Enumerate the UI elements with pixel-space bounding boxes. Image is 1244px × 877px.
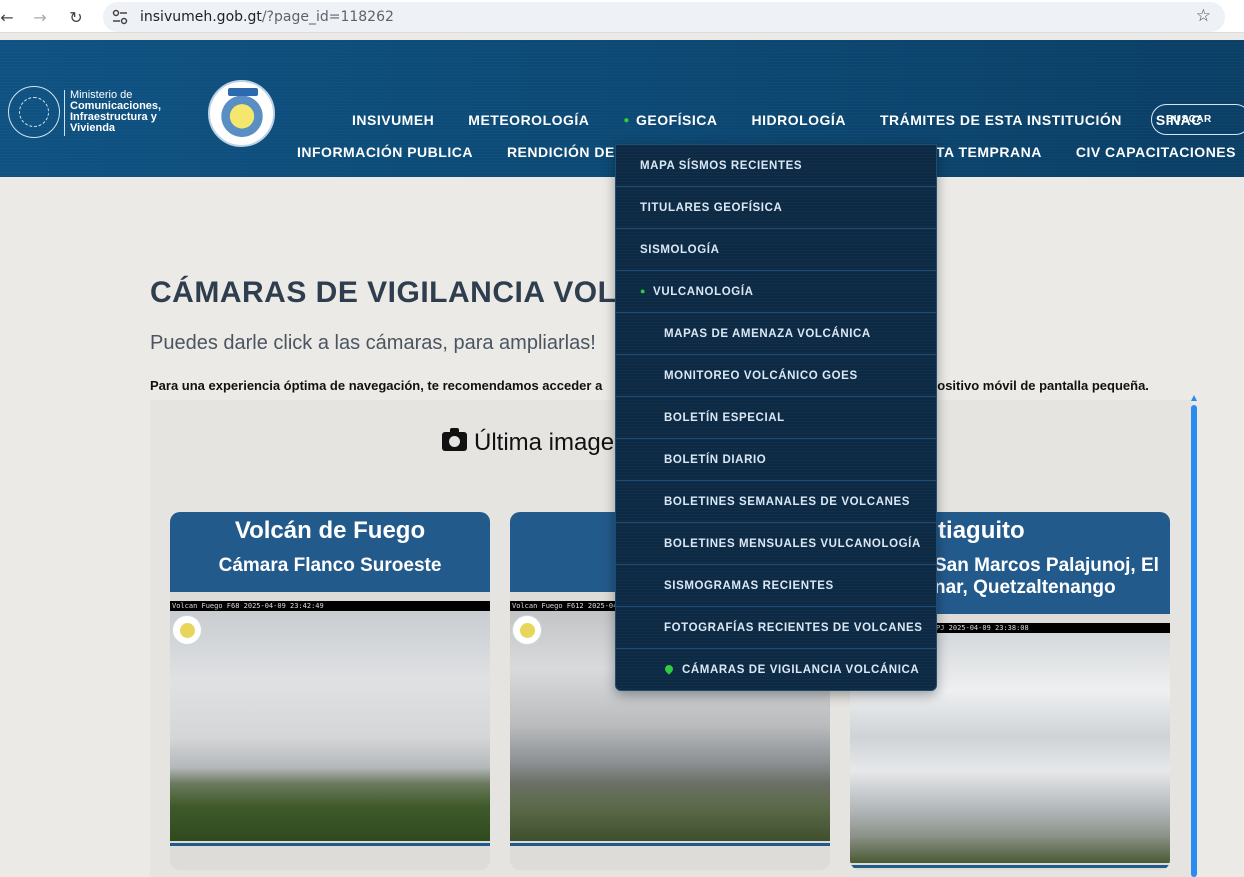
browser-toolbar: ← → ↻ insivumeh.gob.gt/?page_id=118262 ☆ xyxy=(0,0,1244,33)
menu-meteorologia[interactable]: METEOROLOGÍA xyxy=(468,112,589,128)
dd-mapas-amenaza[interactable]: MAPAS DE AMENAZA VOLCÁNICA xyxy=(616,313,936,355)
forward-arrow-icon[interactable]: → xyxy=(27,4,53,30)
insivumeh-logo[interactable] xyxy=(208,80,275,147)
card-divider xyxy=(850,865,1170,868)
card-title: Volcán de Fuego xyxy=(234,517,426,544)
reload-icon[interactable]: ↻ xyxy=(63,4,89,30)
menu-geofisica[interactable]: ● GEOFÍSICA xyxy=(623,112,717,128)
page-title: CÁMARAS DE VIGILANCIA VOLCÁN xyxy=(150,276,683,309)
menu-geofisica-label: GEOFÍSICA xyxy=(635,112,718,128)
insivumeh-watermark-icon xyxy=(512,615,542,645)
dd-label: MONITOREO VOLCÁNICO GOES xyxy=(664,370,858,382)
main-menu-row-1: INSIVUMEH METEOROLOGÍA ● GEOFÍSICA HIDROL… xyxy=(352,112,1236,128)
dd-titulares-geofisica[interactable]: TITULARES GEOFÍSICA xyxy=(616,187,936,229)
insivumeh-watermark-icon xyxy=(172,615,202,645)
menu-alerta-temprana[interactable]: TA TEMPRANA xyxy=(936,144,1042,160)
menu-informacion-publica[interactable]: INFORMACIÓN PUBLICA xyxy=(297,144,473,160)
bookmark-star-icon[interactable]: ☆ xyxy=(1196,6,1211,26)
card-header: Volcán de Fuego Cámara Flanco Suroeste xyxy=(170,512,490,592)
camera-timestamp: Volcan Fuego F68 2025-04-09 23:42:49 xyxy=(170,601,490,611)
search-label: BUSCAR xyxy=(1166,114,1212,125)
active-dot-icon: ● xyxy=(623,115,630,126)
url-host: insivumeh.gob.gt xyxy=(140,9,262,25)
page-subtitle: Puedes darle click a las cámaras, para a… xyxy=(150,332,596,354)
address-bar[interactable]: insivumeh.gob.gt/?page_id=118262 ☆ xyxy=(103,2,1225,32)
back-arrow-icon[interactable]: ← xyxy=(0,4,20,30)
dd-label: BOLETÍN ESPECIAL xyxy=(664,412,785,424)
menu-insivumeh[interactable]: INSIVUMEH xyxy=(352,112,434,128)
note-end: positivo móvil de pantalla pequeña. xyxy=(929,378,1149,393)
menu-hidrologia[interactable]: HIDROLOGÍA xyxy=(751,112,845,128)
dd-camaras-vigilancia[interactable]: CÁMARAS DE VIGILANCIA VOLCÁNICA xyxy=(616,649,936,691)
dd-label: TITULARES GEOFÍSICA xyxy=(640,202,783,214)
insivumeh-logo-badge xyxy=(228,88,258,96)
dd-fotografias-volcanes[interactable]: FOTOGRAFÍAS RECIENTES DE VOLCANES xyxy=(616,607,936,649)
dd-label: MAPAS DE AMENAZA VOLCÁNICA xyxy=(664,328,871,340)
dd-sismologia[interactable]: SISMOLOGÍA xyxy=(616,229,936,271)
dd-label: MAPA SÍSMOS RECIENTES xyxy=(640,160,803,172)
panel-heading: Última image xyxy=(442,428,615,457)
dd-label: BOLETINES MENSUALES VULCANOLOGÍA xyxy=(664,538,921,550)
ministerio-logo[interactable]: Ministerio de Comunicaciones, Infraestru… xyxy=(8,86,168,138)
card-camera-name: Cámara Flanco Suroeste xyxy=(218,555,442,576)
dd-label: BOLETINES SEMANALES DE VOLCANES xyxy=(664,496,911,508)
volcano-scene xyxy=(170,611,490,841)
logo-divider xyxy=(64,90,65,136)
dd-label: VULCANOLOGÍA xyxy=(653,286,754,298)
dd-label: FOTOGRAFÍAS RECIENTES DE VOLCANES xyxy=(664,622,923,634)
card-divider xyxy=(510,843,830,846)
dd-boletines-semanales[interactable]: BOLETINES SEMANALES DE VOLCANES xyxy=(616,481,936,523)
guatemala-seal-icon xyxy=(8,86,60,138)
dd-mapa-sismos[interactable]: MAPA SÍSMOS RECIENTES xyxy=(616,145,936,187)
note-start: Para una experiencia óptima de navegació… xyxy=(150,378,603,393)
url-text[interactable]: insivumeh.gob.gt/?page_id=118262 xyxy=(140,9,394,25)
camera-card-fuego-suroeste[interactable]: Volcán de Fuego Cámara Flanco Suroeste V… xyxy=(170,512,490,870)
panel-scrollbar[interactable] xyxy=(1190,395,1198,877)
geofisica-dropdown: MAPA SÍSMOS RECIENTES TITULARES GEOFÍSIC… xyxy=(615,144,937,691)
main-menu-row-2: INFORMACIÓN PUBLICA RENDICIÓN DE CU xyxy=(297,144,640,160)
scroll-up-icon[interactable] xyxy=(1191,395,1197,401)
card-divider xyxy=(170,843,490,846)
insivumeh-logo-emblem xyxy=(218,90,265,137)
ministerio-text: Ministerio de Comunicaciones, Infraestru… xyxy=(70,90,161,134)
camera-image[interactable]: Volcan Fuego F68 2025-04-09 23:42:49 xyxy=(170,601,490,841)
dd-label: SISMOLOGÍA xyxy=(640,244,720,256)
dd-vulcanologia[interactable]: ● VULCANOLOGÍA xyxy=(616,271,936,313)
dd-sismogramas[interactable]: SISMOGRAMAS RECIENTES xyxy=(616,565,936,607)
site-settings-icon[interactable] xyxy=(111,8,129,26)
dd-label: CÁMARAS DE VIGILANCIA VOLCÁNICA xyxy=(682,664,920,676)
dd-boletines-mensuales[interactable]: BOLETINES MENSUALES VULCANOLOGÍA xyxy=(616,523,936,565)
scrollbar-thumb[interactable] xyxy=(1191,405,1197,877)
menu-tramites[interactable]: TRÁMITES DE ESTA INSTITUCIÓN xyxy=(880,112,1122,128)
location-pin-icon xyxy=(663,663,675,675)
dd-label: BOLETÍN DIARIO xyxy=(664,454,767,466)
dd-boletin-diario[interactable]: BOLETÍN DIARIO xyxy=(616,439,936,481)
dd-label: SISMOGRAMAS RECIENTES xyxy=(664,580,834,592)
ministerio-line-4: Vivienda xyxy=(70,122,116,134)
main-menu-row-2-right: TA TEMPRANA CIV CAPACITACIONES xyxy=(936,144,1236,160)
menu-civ-capacitaciones[interactable]: CIV CAPACITACIONES xyxy=(1076,144,1236,160)
active-dot-icon: ● xyxy=(640,286,647,296)
dd-monitoreo-goes[interactable]: MONITOREO VOLCÁNICO GOES xyxy=(616,355,936,397)
url-path: /?page_id=118262 xyxy=(261,9,394,25)
camera-icon xyxy=(442,428,467,451)
panel-heading-text: Última image xyxy=(474,429,615,456)
dd-boletin-especial[interactable]: BOLETÍN ESPECIAL xyxy=(616,397,936,439)
